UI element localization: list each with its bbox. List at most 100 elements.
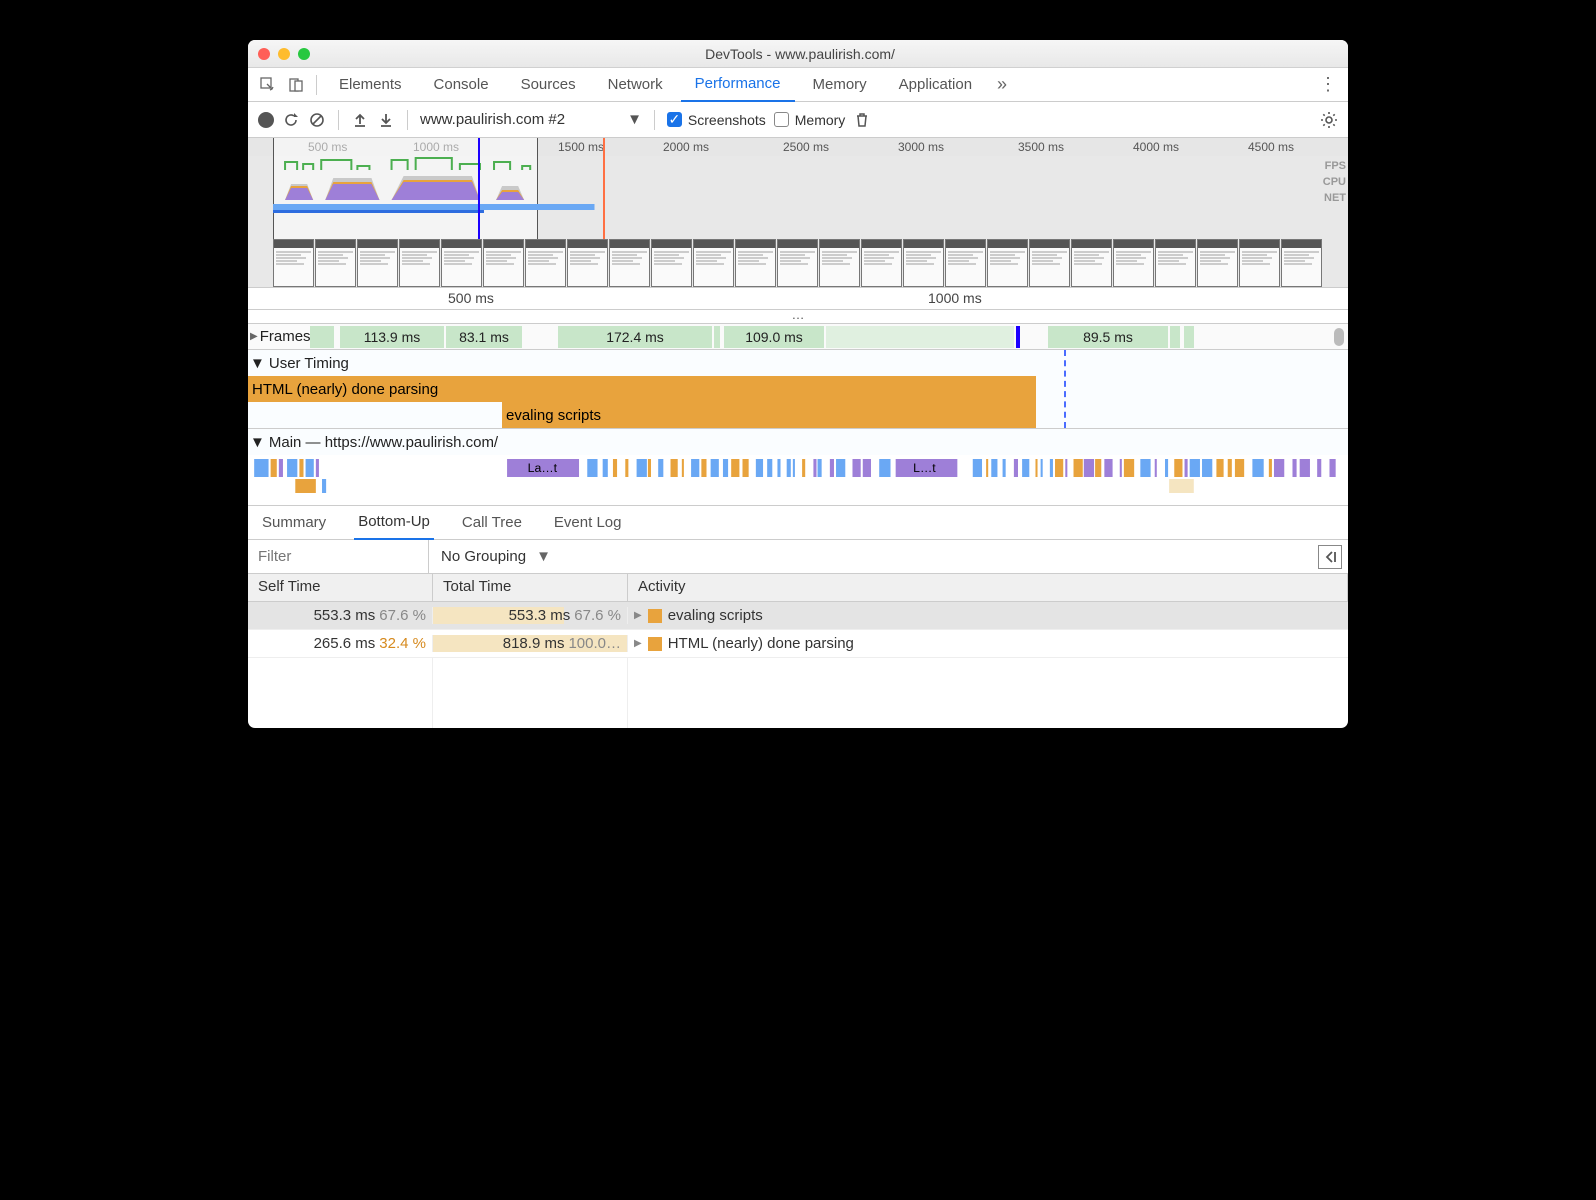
grouping-selector[interactable]: No Grouping ▼ <box>428 540 1318 573</box>
overview-tick: 4500 ms <box>1248 140 1294 154</box>
filmstrip-frame[interactable] <box>315 239 356 287</box>
timing-bar-html-parsing[interactable]: HTML (nearly) done parsing <box>248 376 1036 402</box>
filmstrip-frame[interactable] <box>777 239 818 287</box>
tab-application[interactable]: Application <box>885 68 986 102</box>
filmstrip-frame[interactable] <box>567 239 608 287</box>
minimize-icon[interactable] <box>278 48 290 60</box>
table-header: Self Time Total Time Activity <box>248 574 1348 602</box>
frame-bar[interactable]: 89.5 ms <box>1048 326 1168 348</box>
expand-icon[interactable]: ▶ <box>634 610 642 621</box>
inspect-icon[interactable] <box>256 73 280 97</box>
col-activity[interactable]: Activity <box>628 574 1348 601</box>
frame-bar[interactable]: 109.0 ms <box>724 326 824 348</box>
filmstrip-frame[interactable] <box>609 239 650 287</box>
screenshots-checkbox[interactable]: ✓ Screenshots <box>667 112 766 128</box>
filmstrip-frame[interactable] <box>399 239 440 287</box>
filmstrip-frame[interactable] <box>1197 239 1238 287</box>
overview-cursor[interactable] <box>478 138 480 239</box>
filmstrip-frame[interactable] <box>441 239 482 287</box>
overview-lane-labels: FPS CPU NET <box>1323 158 1346 206</box>
main-label: Main — https://www.paulirish.com/ <box>269 434 498 451</box>
frame-bar[interactable] <box>310 326 334 348</box>
record-button[interactable] <box>258 112 274 128</box>
filmstrip-frame[interactable] <box>357 239 398 287</box>
filmstrip-frame[interactable] <box>1113 239 1154 287</box>
tab-event-log[interactable]: Event Log <box>550 506 626 540</box>
filmstrip[interactable] <box>273 239 1348 287</box>
memory-checkbox[interactable]: Memory <box>774 112 846 128</box>
filmstrip-frame[interactable] <box>819 239 860 287</box>
filmstrip-frame[interactable] <box>1281 239 1322 287</box>
tab-sources[interactable]: Sources <box>507 68 590 102</box>
collapse-icon[interactable]: ▼ <box>250 434 265 451</box>
filmstrip-frame[interactable] <box>693 239 734 287</box>
tab-network[interactable]: Network <box>594 68 677 102</box>
device-toggle-icon[interactable] <box>284 73 308 97</box>
tab-bottom-up[interactable]: Bottom-Up <box>354 506 434 540</box>
recording-label: www.paulirish.com #2 <box>420 111 565 128</box>
expand-icon[interactable]: ▶ <box>634 638 642 649</box>
recording-selector[interactable]: www.paulirish.com #2 ▼ <box>420 111 642 128</box>
reload-icon[interactable] <box>282 111 300 129</box>
filmstrip-frame[interactable] <box>987 239 1028 287</box>
panel-tabs: Elements Console Sources Network Perform… <box>248 68 1348 102</box>
more-tabs-icon[interactable]: » <box>990 73 1014 97</box>
expand-icon[interactable]: ▶ <box>250 331 258 342</box>
frame-bar[interactable]: 113.9 ms <box>340 326 444 348</box>
frames-track[interactable]: ▶Frames 113.9 ms83.1 ms172.4 ms109.0 ms8… <box>248 324 1348 350</box>
filter-input[interactable] <box>248 541 428 573</box>
frame-bar[interactable] <box>714 326 720 348</box>
tab-call-tree[interactable]: Call Tree <box>458 506 526 540</box>
filmstrip-frame[interactable] <box>273 239 314 287</box>
filmstrip-frame[interactable] <box>1029 239 1070 287</box>
frame-bar[interactable]: 83.1 ms <box>446 326 522 348</box>
trash-icon[interactable] <box>853 111 871 129</box>
flame-chart[interactable]: La…t L…t <box>248 455 1348 505</box>
flame-label: L…t <box>913 461 936 475</box>
ruler-tick: 1000 ms <box>928 290 982 306</box>
dropdown-caret-icon: ▼ <box>627 111 642 128</box>
collapse-icon[interactable]: ▼ <box>250 355 265 372</box>
filmstrip-frame[interactable] <box>861 239 902 287</box>
filmstrip-frame[interactable] <box>651 239 692 287</box>
tab-memory[interactable]: Memory <box>799 68 881 102</box>
filmstrip-frame[interactable] <box>945 239 986 287</box>
download-icon[interactable] <box>377 111 395 129</box>
close-icon[interactable] <box>258 48 270 60</box>
clear-icon[interactable] <box>308 111 326 129</box>
tab-console[interactable]: Console <box>420 68 503 102</box>
tab-summary[interactable]: Summary <box>258 506 330 540</box>
upload-icon[interactable] <box>351 111 369 129</box>
col-total-time[interactable]: Total Time <box>433 574 628 601</box>
table-row[interactable]: 553.3 ms67.6 %553.3 ms67.6 %▶evaling scr… <box>248 602 1348 630</box>
settings-gear-icon[interactable] <box>1320 111 1338 129</box>
filmstrip-frame[interactable] <box>1155 239 1196 287</box>
frame-bar[interactable] <box>1170 326 1180 348</box>
frame-bar[interactable]: 172.4 ms <box>558 326 712 348</box>
scrollbar-thumb[interactable] <box>1334 328 1344 346</box>
filmstrip-frame[interactable] <box>903 239 944 287</box>
detail-ruler[interactable]: 500 ms 1000 ms <box>248 288 1348 310</box>
filmstrip-frame[interactable] <box>735 239 776 287</box>
main-thread-track[interactable]: ▼Main — https://www.paulirish.com/ La…t <box>248 429 1348 506</box>
traffic-lights <box>258 48 310 60</box>
frame-bar[interactable] <box>1184 326 1194 348</box>
overview-timeline[interactable]: 500 ms1000 ms1500 ms2000 ms2500 ms3000 m… <box>248 138 1348 288</box>
overview-tick: 2000 ms <box>663 140 709 154</box>
filmstrip-frame[interactable] <box>483 239 524 287</box>
timing-bar-evaling-scripts[interactable]: evaling scripts <box>502 402 1036 428</box>
tab-elements[interactable]: Elements <box>325 68 416 102</box>
tab-performance[interactable]: Performance <box>681 68 795 102</box>
kebab-menu-icon[interactable]: ⋮ <box>1316 73 1340 97</box>
filmstrip-frame[interactable] <box>1071 239 1112 287</box>
user-timing-track[interactable]: ▼User Timing HTML (nearly) done parsing … <box>248 350 1348 429</box>
table-row[interactable]: 265.6 ms32.4 %818.9 ms100.0…▶HTML (nearl… <box>248 630 1348 658</box>
filmstrip-frame[interactable] <box>525 239 566 287</box>
filmstrip-frame[interactable] <box>1239 239 1280 287</box>
collapsed-indicator[interactable]: … <box>248 310 1348 324</box>
maximize-icon[interactable] <box>298 48 310 60</box>
col-self-time[interactable]: Self Time <box>248 574 433 601</box>
frame-bar[interactable] <box>1016 326 1020 348</box>
toggle-heaviest-stack-icon[interactable] <box>1318 545 1342 569</box>
frame-bar[interactable] <box>826 326 1014 348</box>
